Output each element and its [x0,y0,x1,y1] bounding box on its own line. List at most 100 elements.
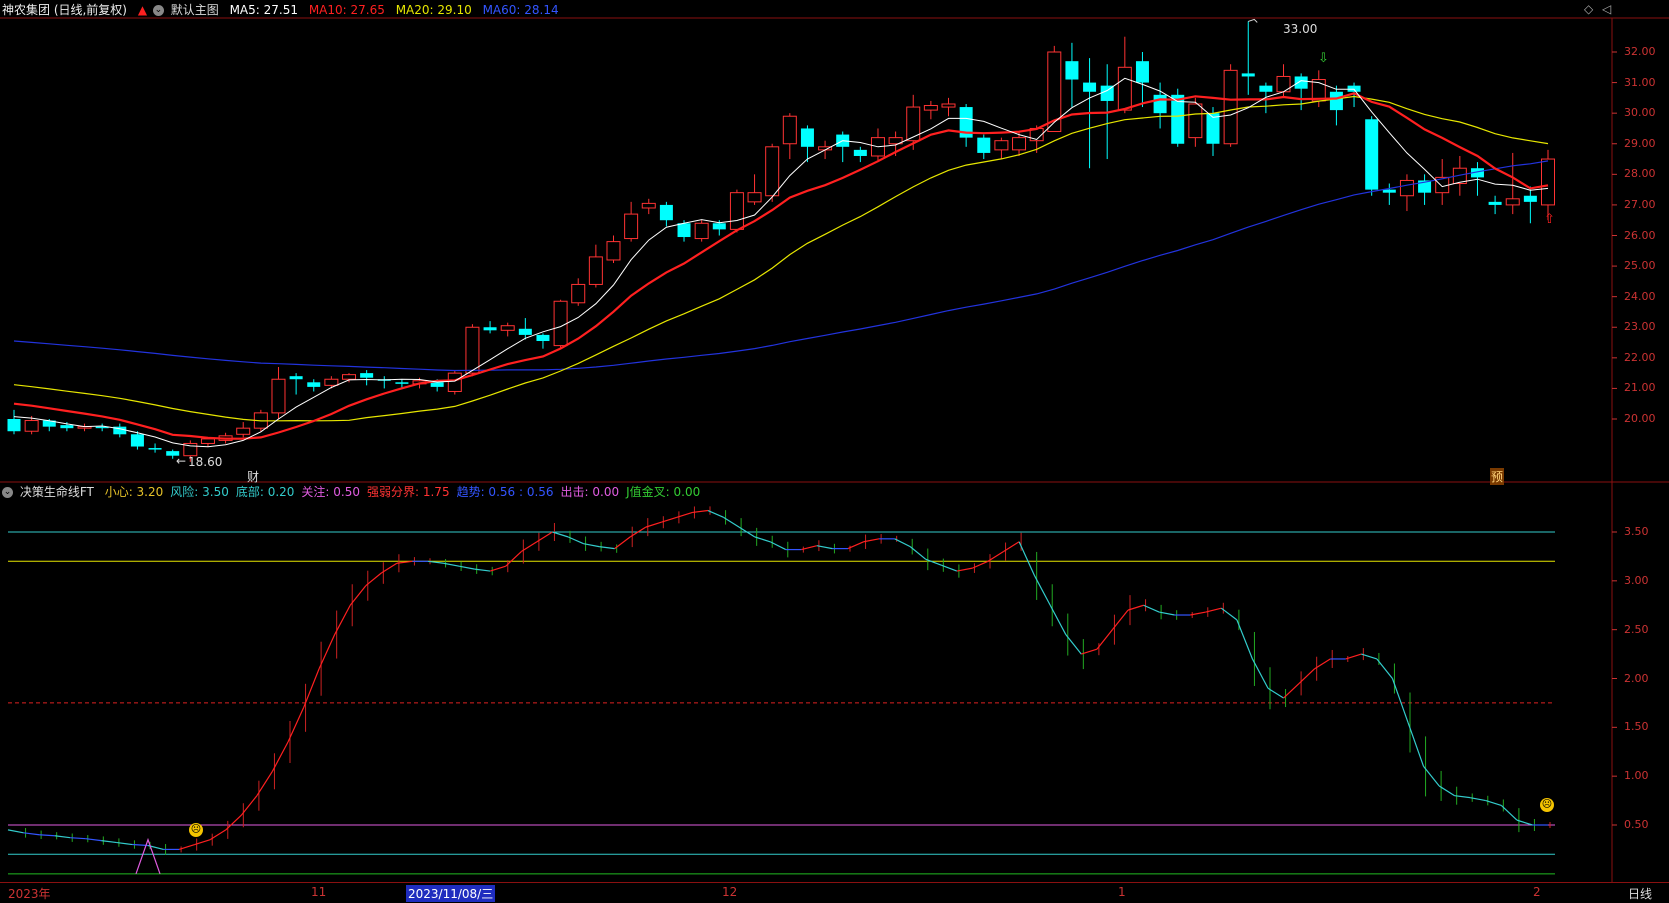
candle-body [483,327,497,331]
candle-body [1329,91,1343,111]
candle-body [1382,189,1396,193]
candle [1523,186,1537,224]
candle-body [271,378,286,414]
candle-body [977,137,991,153]
ma5-line [13,77,1549,448]
candle [113,423,127,438]
candle-body [465,326,480,374]
price-tick-label: 24.00 [1624,289,1656,303]
indicator-segment [7,829,24,834]
candle-body [324,378,339,386]
candle [447,370,462,395]
time-axis: 2023年 11 2023/11/08/三 12 1 2 日线 [0,882,1669,903]
ma10-line [13,92,1549,440]
candle-body [1012,137,1027,151]
price-tick-label: 25.00 [1624,259,1656,273]
candle [694,220,709,242]
time-label: 2023年 [8,887,51,901]
candle-body [24,420,39,432]
low-price-label: 18.60 [188,455,223,469]
candle [236,422,251,438]
indicator-segment [1018,541,1036,577]
candle [77,423,92,432]
indicator-tick-label: 2.00 [1624,671,1649,685]
candle-body [1241,73,1255,77]
candle-body [906,106,921,142]
price-tick-label: 31.00 [1624,75,1656,89]
candle-body [1065,61,1079,80]
candle-body [447,372,462,392]
time-label: 2 [1533,885,1541,899]
candle [659,201,673,227]
candle [360,370,374,386]
candle [941,97,956,117]
forecast-event-marker[interactable]: 预 [1490,468,1505,485]
indicator-tick-label: 0.50 [1624,818,1649,831]
indicator-tick-label: 3.50 [1624,525,1649,538]
candle-body [1488,201,1502,205]
candle-body [1135,61,1149,83]
candle-body [518,328,532,335]
candle [1171,88,1185,147]
ma60-line [13,160,1549,372]
candle-body [430,382,444,387]
candle-body [307,382,321,387]
candle [1206,107,1220,156]
price-tick-label: 29.00 [1624,136,1656,150]
time-label: 12 [722,885,738,899]
candle [959,103,973,147]
candle-body [923,105,938,111]
indicator-segment [614,536,631,550]
candle [571,278,586,306]
candle [606,235,621,264]
price-tick-label: 23.00 [1624,320,1656,334]
price-chart[interactable] [0,0,1669,488]
candle [1488,195,1502,215]
candle-body [782,115,797,145]
candle-body [148,448,162,450]
candle [994,137,1009,160]
candle-body [1083,82,1097,92]
time-cursor-label: 2023/11/08/三 [406,885,496,902]
candle [1382,183,1396,205]
candle [324,376,339,389]
candle [1329,85,1343,126]
candle-body [1117,66,1132,111]
candle [95,423,109,432]
indicator-tick-label: 3.00 [1624,573,1649,587]
smiley-icon-left: ☹ [189,823,203,837]
candle-body [677,223,691,238]
ma20-line [13,95,1549,422]
indicator-segment [847,541,864,550]
candle-body [853,149,867,156]
sell-arrow-icon: ⇩ [1318,51,1329,66]
candle [1399,174,1414,212]
candle-body [994,140,1009,151]
candle-body [1505,198,1520,206]
price-tick-label: 26.00 [1624,228,1656,242]
candle [1188,97,1203,147]
indicator-tick-label: 1.50 [1624,720,1649,734]
indicator-tick-label: 2.50 [1624,622,1649,636]
price-tick-label: 32.00 [1624,45,1656,58]
candle-body [1399,179,1414,197]
candle [483,321,497,334]
candle [1223,64,1238,147]
candle-body [765,146,780,197]
candle-body [606,241,621,261]
time-label: 1 [1118,885,1126,899]
period-button[interactable]: 日线 [1628,885,1652,902]
candle-body [130,434,144,447]
candle-body [395,382,409,384]
candle [271,367,286,419]
candle-body [360,373,374,378]
candle-body [7,419,21,432]
candle-body [694,222,709,240]
candle-body [500,325,515,331]
indicator-chart[interactable] [0,488,1669,882]
price-tick-label: 30.00 [1624,106,1656,120]
candle-body [729,192,744,230]
candle [1117,36,1132,114]
indicator-segment [894,538,911,548]
candle-body [536,334,550,342]
